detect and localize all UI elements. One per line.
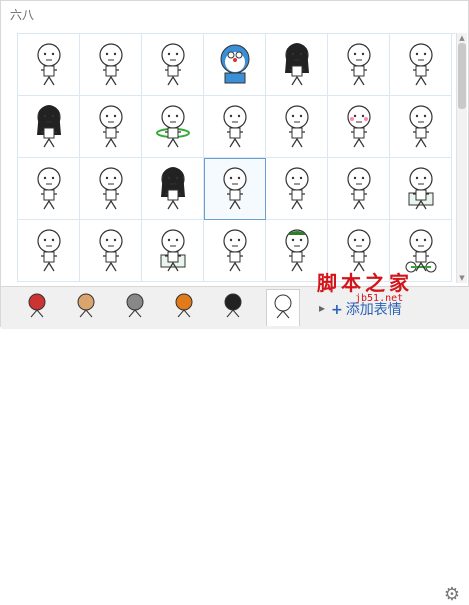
scroll-up-arrow-icon[interactable]: ▲: [458, 34, 466, 42]
scroll-thumb[interactable]: [458, 43, 466, 109]
sticker-cell[interactable]: [18, 220, 80, 282]
stickman-sitting-icon: [399, 39, 443, 91]
gear-icon[interactable]: ⚙: [441, 583, 463, 605]
stickman-sitting-box-icon: [399, 163, 443, 215]
stickman-walking-icon: [337, 163, 381, 215]
doraemon-cat-icon: [213, 39, 257, 91]
sticker-cell[interactable]: [204, 96, 266, 158]
stickman-blank-icon: [213, 101, 257, 153]
stickman-cheering-icon: [213, 225, 257, 277]
stickman-blushing-icon: [337, 101, 381, 153]
sticker-cell[interactable]: [328, 96, 390, 158]
sticker-cell[interactable]: [18, 158, 80, 220]
stickman-standing-icon: [27, 39, 71, 91]
sticker-cell[interactable]: [18, 34, 80, 96]
stickman-drinking-icon: [89, 39, 133, 91]
stickman-singing-icon: [27, 225, 71, 277]
long-hair-girl-icon: [151, 163, 195, 215]
stickman-icon: [269, 292, 297, 324]
scroll-down-arrow-icon[interactable]: ▼: [458, 274, 466, 282]
crab-icon: [121, 291, 149, 323]
lion-tab[interactable]: [168, 291, 200, 323]
sticker-cell[interactable]: [80, 158, 142, 220]
girl-black-hair-icon: [275, 39, 319, 91]
scrollbar[interactable]: ▲ ▼: [456, 33, 467, 283]
sticker-cell[interactable]: [390, 34, 452, 96]
sticker-cell[interactable]: [328, 158, 390, 220]
sticker-cell[interactable]: [142, 220, 204, 282]
stickman-hat-icon: [275, 225, 319, 277]
sticker-cell[interactable]: [266, 96, 328, 158]
sticker-cell[interactable]: [80, 220, 142, 282]
bald-man-tab[interactable]: [70, 291, 102, 323]
stickman-tab[interactable]: [266, 289, 300, 326]
watermark-logo: 脚本之家: [317, 271, 413, 295]
stickman-hands-on-hips-icon: [399, 101, 443, 153]
sticker-cell[interactable]: [204, 220, 266, 282]
bald-man-icon: [72, 291, 100, 323]
stickman-holding-sign-icon: [151, 225, 195, 277]
stickman-pointing-icon: [27, 163, 71, 215]
crab-tab[interactable]: [119, 291, 151, 323]
stickman-shocked-icon: [275, 163, 319, 215]
stickman-hula-hoop-icon: [151, 101, 195, 153]
sticker-cell[interactable]: [142, 96, 204, 158]
add-sticker-label: 添加表情: [345, 302, 402, 318]
watermark-url: jb51.net: [355, 293, 404, 304]
stickman-kissing-icon: [275, 101, 319, 153]
monkey-king-tab[interactable]: [21, 291, 53, 323]
stickman-dancing-icon: [89, 163, 133, 215]
sticker-cell[interactable]: [266, 158, 328, 220]
sticker-cell[interactable]: [80, 96, 142, 158]
plus-icon: +: [331, 302, 343, 318]
sticker-cell[interactable]: [390, 96, 452, 158]
category-title: 六八: [10, 8, 35, 22]
long-hair-ghost-icon: [27, 101, 71, 153]
lion-icon: [170, 291, 198, 323]
sticker-cell[interactable]: [328, 34, 390, 96]
sticker-cell[interactable]: [18, 96, 80, 158]
sticker-cell[interactable]: [204, 34, 266, 96]
panda-icon: [219, 291, 247, 323]
stickman-eating-icon: [337, 39, 381, 91]
emoji-picker-panel: 六八 ▲ ▼ ▸ + 添加表情 ⚙ 脚本之家 jb51.net: [0, 0, 469, 605]
sticker-grid: [17, 33, 455, 282]
stickman-dragging-icon: [89, 225, 133, 277]
sticker-grid-viewport: [17, 33, 455, 283]
sticker-cell[interactable]: [204, 158, 266, 220]
stickman-crouching-icon: [213, 163, 257, 215]
sticker-cell[interactable]: [390, 158, 452, 220]
monkey-king-icon: [23, 291, 51, 323]
sticker-cell[interactable]: [80, 34, 142, 96]
stickman-frying-pan-icon: [89, 101, 133, 153]
more-tabs-arrow-icon[interactable]: ▸: [319, 301, 325, 315]
stickman-lying-icon: [151, 39, 195, 91]
sticker-cell[interactable]: [266, 34, 328, 96]
panda-tab[interactable]: [217, 291, 249, 323]
sticker-cell[interactable]: [142, 158, 204, 220]
sticker-cell[interactable]: [142, 34, 204, 96]
